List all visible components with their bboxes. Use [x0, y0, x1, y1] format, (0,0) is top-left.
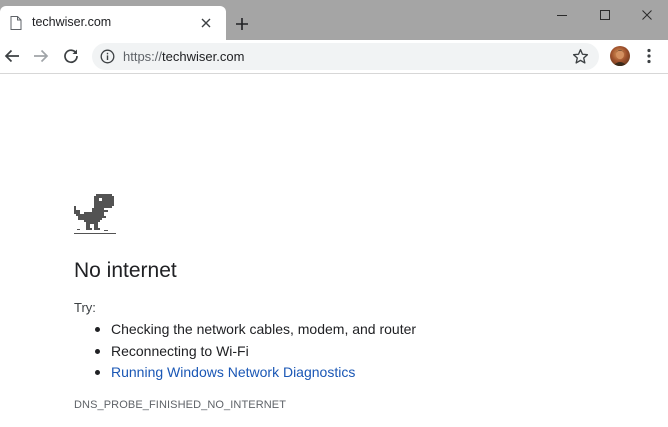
browser-tab[interactable]: techwiser.com [0, 6, 226, 40]
avatar-image [613, 49, 627, 66]
network-diagnostics-link[interactable]: Running Windows Network Diagnostics [111, 364, 355, 380]
title-bar: techwiser.com [0, 0, 668, 40]
arrow-left-icon [4, 49, 19, 63]
suggestion-item: Checking the network cables, modem, and … [74, 320, 416, 342]
suggestion-check-cables: Checking the network cables, modem, and … [111, 321, 417, 337]
url-text[interactable]: https://techwiser.com [123, 49, 244, 64]
arrow-right-icon [34, 49, 49, 63]
info-icon[interactable] [100, 49, 115, 64]
forward-button[interactable] [29, 44, 53, 68]
try-label: Try: [74, 300, 96, 315]
suggestion-reconnect-wifi: Reconnecting to Wi-Fi [111, 342, 249, 359]
url-host: techwiser.com [162, 49, 245, 64]
maximize-button[interactable] [583, 4, 627, 26]
dinosaur-icon [74, 194, 116, 234]
url-scheme: https:// [123, 49, 163, 64]
tab-title: techwiser.com [32, 15, 112, 29]
error-title: No internet [74, 259, 177, 282]
browser-toolbar: https://techwiser.com [0, 40, 668, 74]
avatar[interactable] [610, 46, 630, 66]
star-outline-icon[interactable] [572, 48, 589, 65]
back-button[interactable] [0, 44, 24, 68]
document-icon [10, 16, 22, 30]
maximize-icon [600, 10, 610, 20]
suggestion-item: Reconnecting to Wi-Fi [74, 342, 416, 364]
close-icon [642, 10, 652, 20]
close-icon [201, 18, 211, 28]
address-bar[interactable]: https://techwiser.com [92, 43, 599, 70]
new-tab-button[interactable] [232, 14, 252, 34]
window-close-button[interactable] [625, 4, 668, 26]
suggestion-item: Running Windows Network Diagnostics [74, 363, 416, 385]
suggestion-list: Checking the network cables, modem, and … [74, 320, 416, 385]
plus-icon [236, 18, 248, 30]
reload-button[interactable] [59, 44, 83, 68]
vertical-dots-icon [647, 48, 651, 64]
reload-icon [64, 49, 78, 64]
tab-close-button[interactable] [198, 15, 214, 31]
browser-menu-button[interactable] [640, 44, 658, 68]
minimize-icon [557, 15, 567, 16]
error-code: DNS_PROBE_FINISHED_NO_INTERNET [74, 399, 287, 411]
minimize-button[interactable] [540, 4, 584, 26]
